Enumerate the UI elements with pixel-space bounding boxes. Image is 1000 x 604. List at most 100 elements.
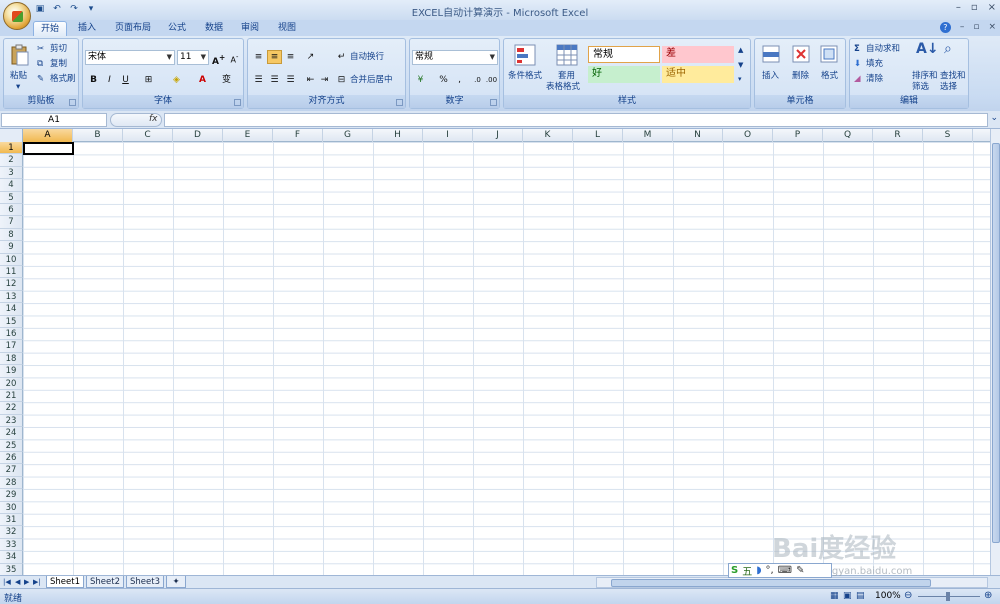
row-header-27[interactable]: 27 [0, 464, 23, 477]
minimize-button[interactable]: – [956, 2, 961, 13]
doc-minimize-button[interactable]: – [960, 22, 965, 33]
column-header-a[interactable]: A [23, 129, 73, 142]
copy-button[interactable]: 复制 [50, 58, 67, 70]
align-center-icon[interactable]: ☰ [267, 73, 282, 87]
row-header-29[interactable]: 29 [0, 489, 23, 502]
border-icon[interactable]: ⊞ [141, 73, 156, 87]
clear-button[interactable]: 清除 [866, 73, 883, 85]
align-middle-icon[interactable]: ≡ [267, 50, 282, 64]
column-header-c[interactable]: C [123, 129, 173, 142]
font-color-icon[interactable]: A [195, 73, 210, 87]
percent-button[interactable]: % [436, 73, 451, 87]
page-layout-view-icon[interactable]: ▣ [843, 591, 852, 601]
font-launcher-icon[interactable] [234, 99, 241, 106]
column-header-l[interactable]: L [573, 129, 623, 142]
office-button[interactable] [3, 2, 31, 30]
paste-arrow[interactable]: ▾ [16, 81, 20, 93]
horizontal-scrollbar[interactable] [596, 577, 988, 588]
tab-review[interactable]: 审阅 [233, 21, 267, 36]
zoom-out-icon[interactable]: ⊖ [904, 590, 912, 601]
row-header-14[interactable]: 14 [0, 303, 23, 316]
row-header-8[interactable]: 8 [0, 228, 23, 242]
expand-formula-icon[interactable]: ⌄ [990, 113, 998, 123]
orientation-icon[interactable]: ↗ [303, 50, 318, 64]
styles-scroll-down-icon[interactable]: ▼ [738, 59, 743, 71]
fill-color-icon[interactable]: ◈ [169, 73, 184, 87]
row-header-33[interactable]: 33 [0, 538, 23, 552]
zoom-level[interactable]: 100% [875, 591, 901, 601]
row-header-2[interactable]: 2 [0, 154, 23, 167]
tool-icon[interactable]: ✎ [796, 565, 804, 576]
row-header-16[interactable]: 16 [0, 328, 23, 341]
row-header-23[interactable]: 23 [0, 414, 23, 428]
row-header-13[interactable]: 13 [0, 290, 23, 304]
moon-icon[interactable]: ◗ [756, 565, 761, 576]
vertical-scrollbar[interactable] [990, 129, 1000, 575]
row-header-31[interactable]: 31 [0, 514, 23, 527]
last-sheet-icon[interactable]: ▶| [33, 576, 41, 588]
row-header-4[interactable]: 4 [0, 179, 23, 192]
tab-view[interactable]: 视图 [270, 21, 304, 36]
underline-button[interactable]: U [118, 73, 133, 87]
row-header-9[interactable]: 9 [0, 241, 23, 254]
insert-cells-button[interactable]: 插入 [762, 70, 779, 82]
keyboard-icon[interactable]: ⌨ [778, 565, 792, 576]
row-header-26[interactable]: 26 [0, 452, 23, 465]
style-normal[interactable]: 常规 [588, 46, 660, 63]
autosum-button[interactable]: 自动求和 [866, 43, 900, 55]
doc-close-button[interactable]: × [988, 22, 996, 33]
column-header-s[interactable]: S [923, 129, 973, 142]
row-header-25[interactable]: 25 [0, 439, 23, 452]
horizontal-scroll-thumb[interactable] [611, 579, 931, 587]
sheet-tab-2[interactable]: Sheet2 [86, 576, 124, 588]
styles-more-icon[interactable]: ▾ [738, 73, 742, 85]
row-header-17[interactable]: 17 [0, 340, 23, 353]
decrease-indent-icon[interactable]: ⇤ [303, 73, 318, 87]
formula-input[interactable] [164, 113, 988, 127]
table-format-label-2[interactable]: 表格格式 [546, 81, 580, 93]
column-header-r[interactable]: R [873, 129, 923, 142]
column-header-f[interactable]: F [273, 129, 323, 142]
column-header-n[interactable]: N [673, 129, 723, 142]
row-header-32[interactable]: 32 [0, 526, 23, 539]
cut-button[interactable]: 剪切 [50, 43, 67, 55]
decrease-decimal-icon[interactable]: .00 [484, 73, 499, 87]
column-header-o[interactable]: O [723, 129, 773, 142]
style-good[interactable]: 好 [588, 66, 660, 83]
help-icon[interactable]: ? [939, 22, 951, 33]
sheet-tab-3[interactable]: Sheet3 [126, 576, 164, 588]
tab-data[interactable]: 数据 [197, 21, 231, 36]
phonetic-button[interactable]: 变 [219, 73, 234, 87]
row-header-15[interactable]: 15 [0, 315, 23, 328]
active-cell[interactable] [23, 142, 74, 155]
row-header-3[interactable]: 3 [0, 166, 23, 180]
ime-mode-label[interactable]: 五 [742, 563, 752, 578]
prev-sheet-icon[interactable]: ◀ [15, 576, 20, 588]
font-size-select[interactable]: 11 ▼ [177, 50, 209, 65]
number-launcher-icon[interactable] [490, 99, 497, 106]
number-format-select[interactable]: 常规 ▼ [412, 50, 498, 65]
sort-filter-label-2[interactable]: 筛选 [912, 81, 929, 93]
alignment-launcher-icon[interactable] [396, 99, 403, 106]
currency-icon[interactable]: ¥ [413, 73, 428, 87]
doc-restore-button[interactable]: ▫ [973, 22, 979, 33]
column-header-b[interactable]: B [73, 129, 123, 142]
row-header-22[interactable]: 22 [0, 402, 23, 415]
row-header-35[interactable]: 35 [0, 563, 23, 575]
insert-function-button[interactable]: fx [149, 114, 158, 124]
merge-center-button[interactable]: 合并后居中 [350, 74, 393, 86]
row-header-34[interactable]: 34 [0, 551, 23, 564]
grow-font-button[interactable]: A+ [211, 50, 226, 67]
vertical-scroll-thumb[interactable] [992, 143, 1000, 543]
normal-view-icon[interactable]: ▦ [830, 591, 839, 601]
font-name-select[interactable]: 宋体 ▼ [85, 50, 175, 65]
style-neutral[interactable]: 适中 [662, 66, 734, 83]
zoom-in-icon[interactable]: ⊕ [984, 590, 992, 601]
fill-button[interactable]: 填充 [866, 58, 883, 70]
row-header-28[interactable]: 28 [0, 476, 23, 490]
row-header-10[interactable]: 10 [0, 253, 23, 266]
row-header-24[interactable]: 24 [0, 427, 23, 440]
shrink-font-button[interactable]: A- [227, 50, 242, 65]
column-header-i[interactable]: I [423, 129, 473, 142]
maximize-button[interactable]: ▫ [971, 2, 978, 13]
